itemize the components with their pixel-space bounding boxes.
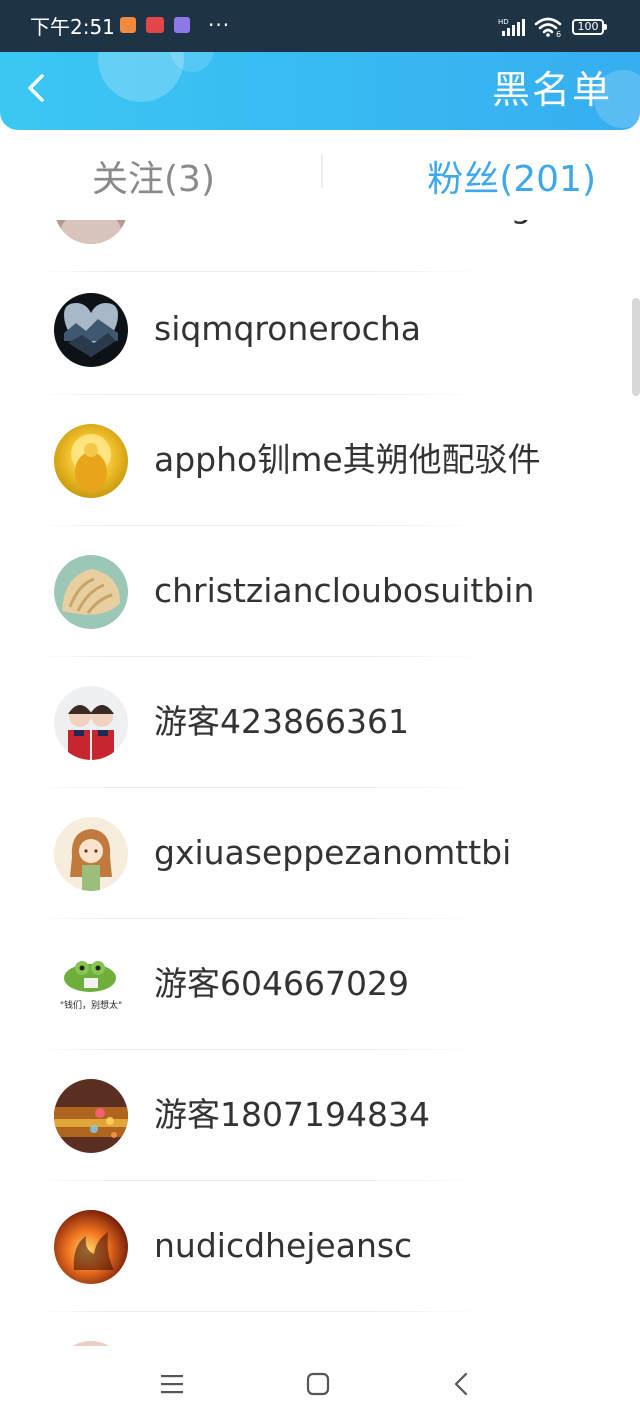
list-item[interactable]: appho钏me其朔他配驳件 bbox=[0, 396, 640, 526]
user-avatar bbox=[54, 1210, 128, 1284]
mail-notification-icon bbox=[120, 17, 136, 33]
list-item[interactable]: nudicdhejeansc bbox=[0, 1182, 640, 1312]
username: siqmqronerocha bbox=[154, 309, 421, 348]
back-triangle-icon bbox=[454, 1372, 468, 1396]
list-item[interactable]: 游客1807194834 bbox=[0, 1051, 640, 1181]
list-item[interactable]: "钱们，别想太" 游客604667029 bbox=[0, 920, 640, 1050]
golden-buddha-avatar-image bbox=[54, 424, 128, 498]
home-button[interactable] bbox=[294, 1360, 342, 1408]
divider bbox=[36, 1049, 486, 1050]
username: 游客423866361 bbox=[154, 702, 409, 741]
page-title: 黑名单 bbox=[491, 68, 612, 112]
tab-following[interactable]: 关注(3) bbox=[92, 158, 215, 202]
svg-text:HD: HD bbox=[498, 18, 509, 26]
svg-text:6: 6 bbox=[556, 30, 561, 38]
divider bbox=[36, 394, 486, 395]
username: nudicdhejeansc bbox=[154, 1226, 413, 1265]
signal-icon: HD bbox=[498, 18, 525, 36]
user-avatar: "钱们，别想太" bbox=[54, 948, 128, 1022]
more-notifications-icon: ··· bbox=[208, 13, 231, 37]
anime-girl-avatar-image bbox=[54, 817, 128, 891]
mountain-heart-avatar-image bbox=[54, 293, 128, 367]
system-back-button[interactable] bbox=[438, 1360, 486, 1408]
notification-icons: ··· bbox=[120, 13, 231, 37]
meme-caption: "钱们，别想太" bbox=[60, 999, 122, 1011]
chevron-left-icon bbox=[28, 74, 44, 102]
frog-meme-avatar-image: "钱们，别想太" bbox=[54, 948, 128, 1022]
scrollbar[interactable] bbox=[632, 298, 640, 396]
user-avatar bbox=[54, 424, 128, 498]
divider bbox=[36, 656, 486, 657]
username: gxiuaseppezanomttbi bbox=[154, 833, 512, 872]
divider bbox=[36, 1180, 486, 1181]
status-bar: 下午2:51 ··· HD 6 100 bbox=[0, 0, 640, 52]
status-indicators: HD 6 100 bbox=[498, 16, 607, 38]
list-item[interactable]: christziancloubosuitbin bbox=[0, 527, 640, 657]
recent-apps-button[interactable] bbox=[148, 1360, 196, 1408]
divider bbox=[36, 918, 486, 919]
username: christziancloubosuitbin bbox=[154, 571, 535, 610]
back-button[interactable] bbox=[18, 68, 58, 108]
tab-bar: 关注(3) 粉丝(201) bbox=[0, 130, 640, 220]
user-avatar bbox=[54, 1079, 128, 1153]
tab-fans[interactable]: 粉丝(201) bbox=[427, 158, 596, 202]
user-avatar bbox=[54, 686, 128, 760]
username: 游客1807194834 bbox=[154, 1095, 430, 1134]
username: appho钏me其朔他配驳件 bbox=[154, 440, 541, 479]
seashell-avatar-image bbox=[54, 555, 128, 629]
list-item[interactable]: gxiuaseppezanomttbi bbox=[0, 789, 640, 919]
list-item[interactable]: siqmqronerocha bbox=[0, 265, 640, 395]
fire-avatar-image bbox=[54, 1210, 128, 1284]
user-avatar bbox=[54, 293, 128, 367]
home-square-icon bbox=[306, 1372, 330, 1396]
list-item[interactable]: 游客423866361 bbox=[0, 658, 640, 788]
divider bbox=[36, 1311, 486, 1312]
divider bbox=[36, 787, 486, 788]
status-time: 下午2:51 bbox=[30, 15, 115, 39]
user-avatar bbox=[54, 555, 128, 629]
system-nav-bar bbox=[0, 1346, 640, 1422]
battery-icon: 100 bbox=[572, 19, 607, 35]
blacklist-screen: 下午2:51 ··· HD 6 100 黑名单 关注(3) 粉丝(201) si… bbox=[0, 0, 640, 1422]
tab-divider bbox=[321, 154, 323, 188]
two-girls-avatar-image bbox=[54, 686, 128, 760]
app-notification-icon bbox=[146, 17, 164, 33]
wifi-icon: 6 bbox=[534, 17, 562, 38]
header-bar: 黑名单 bbox=[0, 46, 640, 130]
divider bbox=[36, 525, 486, 526]
menu-icon bbox=[161, 1375, 183, 1394]
user-avatar bbox=[54, 817, 128, 891]
bokeh-avatar-image bbox=[54, 1079, 128, 1153]
photo-notification-icon bbox=[174, 17, 190, 33]
username: 游客604667029 bbox=[154, 964, 409, 1003]
